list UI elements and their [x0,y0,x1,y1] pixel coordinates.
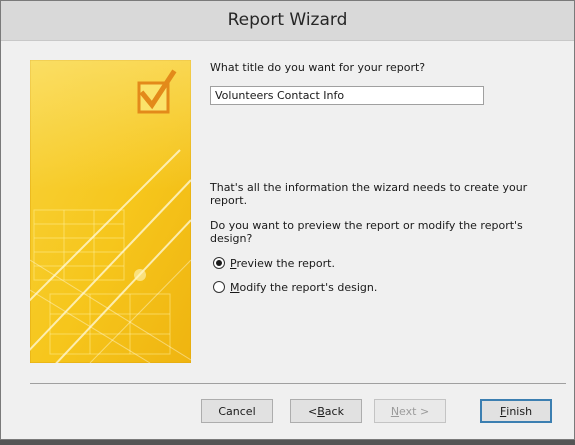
back-label-pre: < [308,404,318,418]
modify-label-rest: odify the report's design. [239,280,378,294]
next-button[interactable]: Next > [374,399,446,423]
button-separator [30,383,566,384]
preview-question: Do you want to preview the report or mod… [210,219,523,245]
wizard-illustration-art [30,60,191,363]
back-button[interactable]: < Back [290,399,362,423]
finish-label-rest: inish [506,404,533,418]
next-label-rest: ext > [399,404,430,418]
modify-design-option[interactable]: Modify the report's design. [213,278,377,296]
wizard-info-text: That's all the information the wizard ne… [210,181,528,207]
finish-button[interactable]: Finish [480,399,552,423]
preview-label-rest: review the report. [236,256,335,270]
preview-report-radio[interactable] [213,257,225,269]
modify-accel: M [230,280,240,294]
back-label-rest: ack [324,404,344,418]
report-title-input[interactable] [210,86,484,105]
dialog-title: Report Wizard [1,1,574,41]
wizard-illustration [30,60,191,363]
cancel-label: Cancel [218,404,256,418]
modify-design-radio[interactable] [213,281,225,293]
next-accel: N [390,404,400,418]
cancel-button[interactable]: Cancel [201,399,273,423]
modify-design-label[interactable]: Modify the report's design. [230,281,377,294]
title-prompt: What title do you want for your report? [210,61,426,74]
report-wizard-dialog: Report Wizard What title do you want for… [0,0,575,440]
preview-report-label[interactable]: Preview the report. [230,257,335,270]
back-accel: B [317,404,325,418]
preview-report-option[interactable]: Preview the report. [213,254,335,272]
